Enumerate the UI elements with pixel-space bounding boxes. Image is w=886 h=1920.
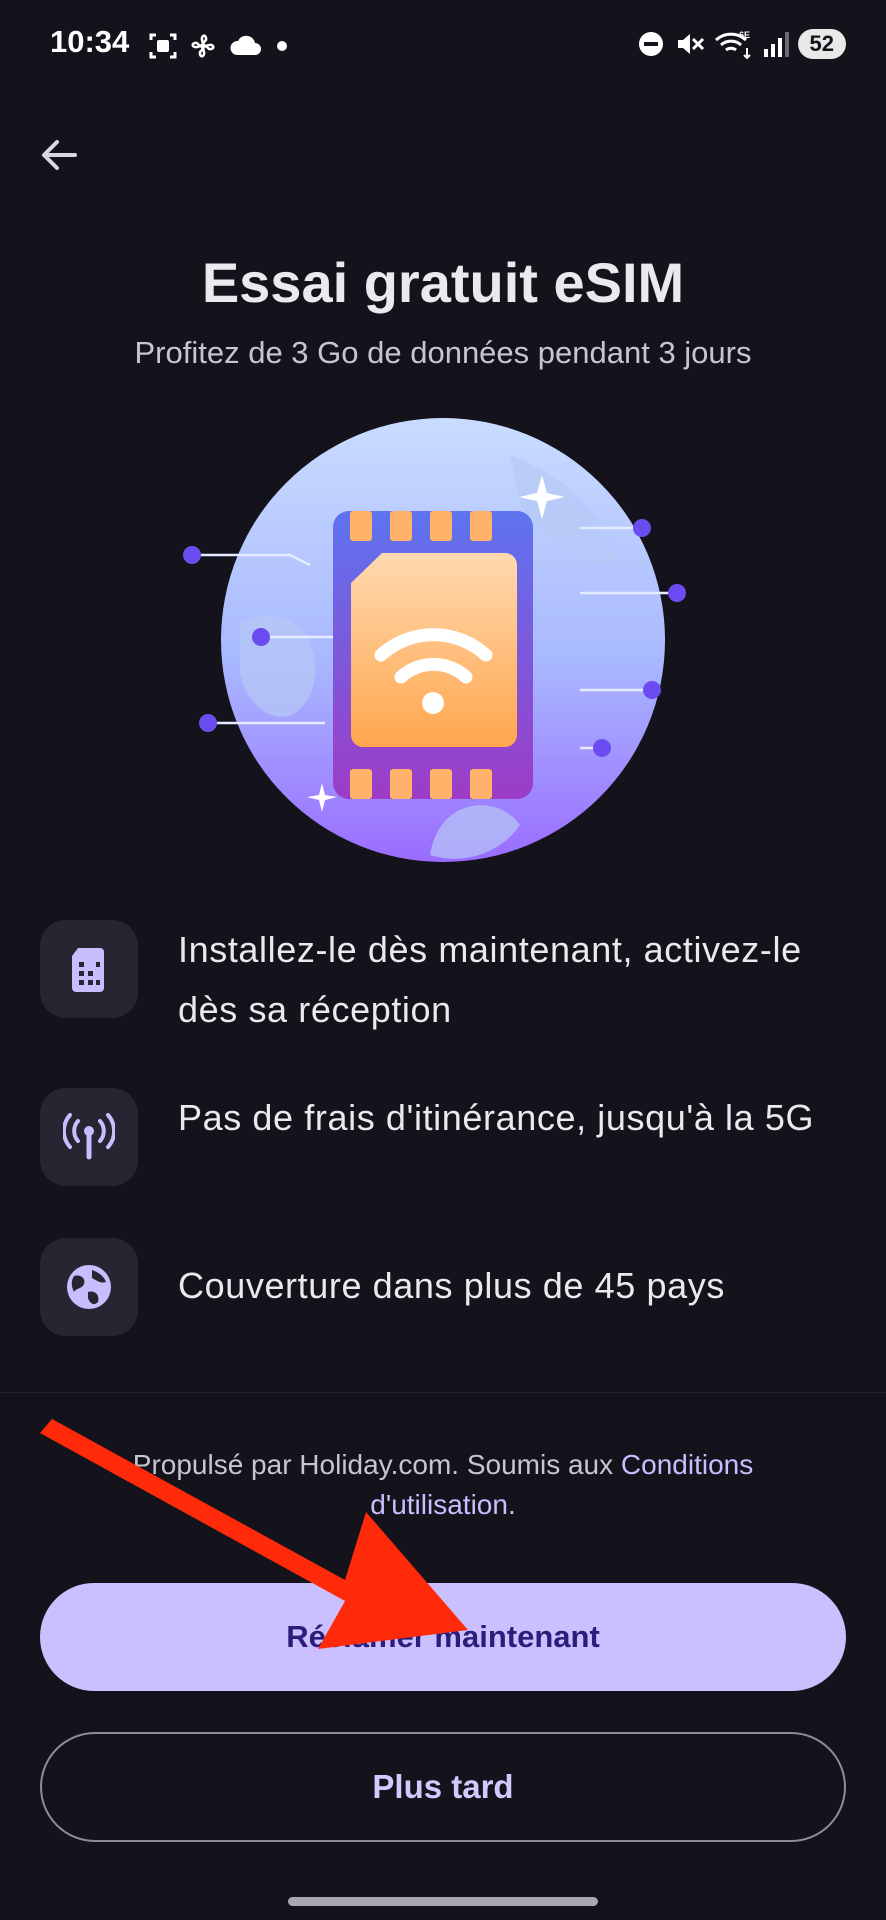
- feature-text: Couverture dans plus de 45 pays: [178, 1265, 725, 1306]
- battery-indicator: 52: [797, 29, 846, 59]
- screenshot-icon: [149, 33, 177, 59]
- status-right-icons: 6E 52: [636, 26, 846, 62]
- dot-icon: [277, 41, 287, 51]
- antenna-icon: [63, 1113, 115, 1160]
- feature-text: Pas de frais d'itinérance, jusqu'à la 5G: [178, 1097, 815, 1138]
- dnd-icon: [638, 32, 663, 56]
- home-indicator[interactable]: [288, 1897, 598, 1906]
- feature-item: Installez-le dès maintenant, activez-le …: [40, 920, 860, 1040]
- legal-text: Propulsé par Holiday.com. Soumis aux Con…: [60, 1445, 826, 1525]
- svg-text:6E: 6E: [739, 30, 750, 40]
- sim-chip: [333, 511, 533, 799]
- wifi-6e-icon: 6E: [714, 30, 751, 60]
- globe-icon: [67, 1265, 111, 1309]
- later-button[interactable]: Plus tard: [40, 1732, 846, 1842]
- status-bar: 10:34 6E 52: [0, 0, 886, 90]
- divider: [0, 1392, 886, 1393]
- feature-item: Couverture dans plus de 45 pays: [40, 1238, 860, 1336]
- status-left-icons: [148, 28, 292, 64]
- feature-item: Pas de frais d'itinérance, jusqu'à la 5G: [40, 1088, 860, 1186]
- feature-icon-tile: [40, 1088, 138, 1186]
- esim-globe-illustration: [183, 418, 686, 862]
- feature-icon-tile: [40, 1238, 138, 1336]
- legal-suffix: .: [507, 1489, 516, 1520]
- signal-icon: [763, 32, 789, 57]
- back-button[interactable]: [34, 130, 84, 180]
- page-subtitle: Profitez de 3 Go de données pendant 3 jo…: [134, 335, 752, 370]
- sim-card-icon: [72, 948, 104, 992]
- arrow-left-icon: [42, 140, 77, 170]
- legal-prefix: Propulsé par Holiday.com. Soumis aux: [132, 1449, 621, 1480]
- page-title: Essai gratuit eSIM: [201, 251, 685, 314]
- feature-icon-tile: [40, 920, 138, 1018]
- mute-icon: [677, 34, 704, 54]
- feature-text: Installez-le dès maintenant, activez-le …: [178, 929, 802, 1030]
- fan-icon: [191, 34, 215, 58]
- status-time: 10:34: [50, 24, 130, 59]
- claim-now-button[interactable]: Réclamer maintenant: [40, 1583, 846, 1691]
- cloud-icon: [230, 35, 261, 55]
